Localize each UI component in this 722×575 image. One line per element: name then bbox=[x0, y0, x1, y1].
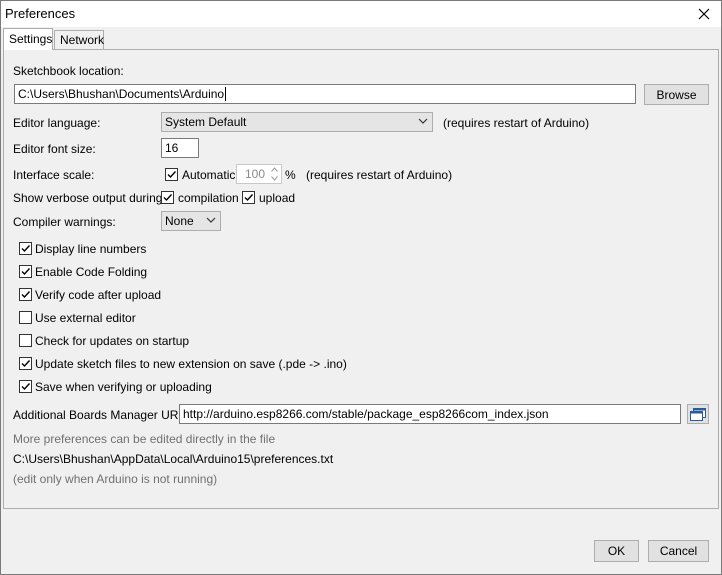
checkmark-icon bbox=[21, 360, 31, 368]
spin-down-button[interactable] bbox=[268, 174, 281, 183]
browse-button-label: Browse bbox=[656, 87, 697, 102]
window-list-icon bbox=[690, 407, 706, 421]
automatic-label: Automatic bbox=[182, 168, 236, 182]
verbose-upload-label: upload bbox=[259, 191, 296, 205]
close-icon bbox=[698, 8, 710, 20]
compiler-warnings-select[interactable]: None bbox=[161, 211, 221, 231]
cancel-button-label: Cancel bbox=[659, 544, 698, 558]
sketchbook-location-value: C:\Users\Bhushan\Documents\Arduino bbox=[18, 87, 225, 101]
ok-button-label: OK bbox=[607, 544, 626, 558]
checkmark-icon bbox=[21, 383, 31, 391]
checkmark-icon bbox=[21, 245, 31, 253]
boards-manager-label: Additional Boards Manager URLs: bbox=[13, 408, 195, 422]
compiler-warnings-value: None bbox=[165, 214, 194, 228]
option-checkbox[interactable] bbox=[19, 357, 32, 370]
chevron-down-icon bbox=[206, 217, 216, 223]
option-checkbox[interactable] bbox=[19, 288, 32, 301]
editor-language-select[interactable]: System Default bbox=[161, 112, 433, 132]
automatic-checkbox[interactable] bbox=[165, 168, 178, 181]
verbose-compilation-label: compilation bbox=[178, 191, 239, 205]
interface-scale-unit: % bbox=[285, 168, 296, 182]
edit-when-not-running-note: (edit only when Arduino is not running) bbox=[13, 472, 218, 486]
option-label: Update sketch files to new extension on … bbox=[35, 357, 347, 371]
editor-language-label: Editor language: bbox=[13, 116, 101, 130]
settings-panel: Sketchbook location: C:\Users\Bhushan\Do… bbox=[3, 49, 719, 509]
boards-manager-urls-input[interactable]: http://arduino.esp8266.com/stable/packag… bbox=[179, 404, 681, 424]
option-label: Save when verifying or uploading bbox=[35, 380, 212, 394]
editor-font-size-label: Editor font size: bbox=[13, 142, 96, 156]
checkmark-icon bbox=[21, 268, 31, 276]
title-bar: Preferences bbox=[1, 1, 721, 27]
boards-manager-urls-value: http://arduino.esp8266.com/stable/packag… bbox=[183, 407, 549, 421]
editor-language-value: System Default bbox=[165, 115, 247, 129]
ok-button[interactable]: OK bbox=[594, 540, 639, 562]
option-label: Check for updates on startup bbox=[35, 334, 190, 348]
checkmark-icon bbox=[244, 194, 254, 202]
sketchbook-label: Sketchbook location: bbox=[13, 64, 124, 78]
verbose-upload-checkbox[interactable] bbox=[242, 191, 255, 204]
tab-settings-label: Settings bbox=[9, 32, 53, 46]
editor-font-size-value: 16 bbox=[165, 141, 179, 155]
option-label: Display line numbers bbox=[35, 242, 147, 256]
more-preferences-note: More preferences can be edited directly … bbox=[13, 432, 276, 446]
editor-language-note: (requires restart of Arduino) bbox=[443, 116, 590, 130]
window-title: Preferences bbox=[5, 6, 76, 21]
arrow-down-icon bbox=[271, 176, 278, 181]
option-checkbox[interactable] bbox=[19, 380, 32, 393]
close-button[interactable] bbox=[687, 1, 721, 27]
verbose-output-label: Show verbose output during: bbox=[13, 191, 166, 205]
preferences-window: Preferences Settings Network Sketchbook … bbox=[0, 0, 722, 575]
browse-button[interactable]: Browse bbox=[644, 84, 709, 105]
chevron-down-icon bbox=[418, 118, 428, 124]
option-checkbox[interactable] bbox=[19, 334, 32, 347]
spin-up-button[interactable] bbox=[268, 165, 281, 174]
interface-scale-value: 100 bbox=[244, 167, 265, 181]
preferences-file-path: C:\Users\Bhushan\AppData\Local\Arduino15… bbox=[13, 452, 334, 466]
checkmark-icon bbox=[163, 194, 173, 202]
sketchbook-location-input[interactable]: C:\Users\Bhushan\Documents\Arduino bbox=[14, 84, 636, 104]
cancel-button[interactable]: Cancel bbox=[648, 540, 709, 562]
editor-font-size-input[interactable]: 16 bbox=[161, 138, 199, 158]
option-label: Use external editor bbox=[35, 311, 136, 325]
interface-scale-label: Interface scale: bbox=[13, 168, 95, 182]
tab-settings[interactable]: Settings bbox=[3, 28, 53, 50]
edit-urls-button[interactable] bbox=[687, 404, 709, 424]
option-checkbox[interactable] bbox=[19, 311, 32, 324]
tab-network-label: Network bbox=[60, 33, 105, 47]
compiler-warnings-label: Compiler warnings: bbox=[13, 215, 116, 229]
checkmark-icon bbox=[21, 291, 31, 299]
interface-scale-note: (requires restart of Arduino) bbox=[306, 168, 453, 182]
checkmark-icon bbox=[167, 171, 177, 179]
arrow-up-icon bbox=[271, 167, 278, 172]
tab-network[interactable]: Network bbox=[54, 30, 104, 49]
option-checkbox[interactable] bbox=[19, 242, 32, 255]
option-label: Enable Code Folding bbox=[35, 265, 148, 279]
option-label: Verify code after upload bbox=[35, 288, 162, 302]
verbose-compilation-checkbox[interactable] bbox=[161, 191, 174, 204]
option-checkbox[interactable] bbox=[19, 265, 32, 278]
interface-scale-spinner[interactable]: 100 bbox=[236, 164, 282, 184]
